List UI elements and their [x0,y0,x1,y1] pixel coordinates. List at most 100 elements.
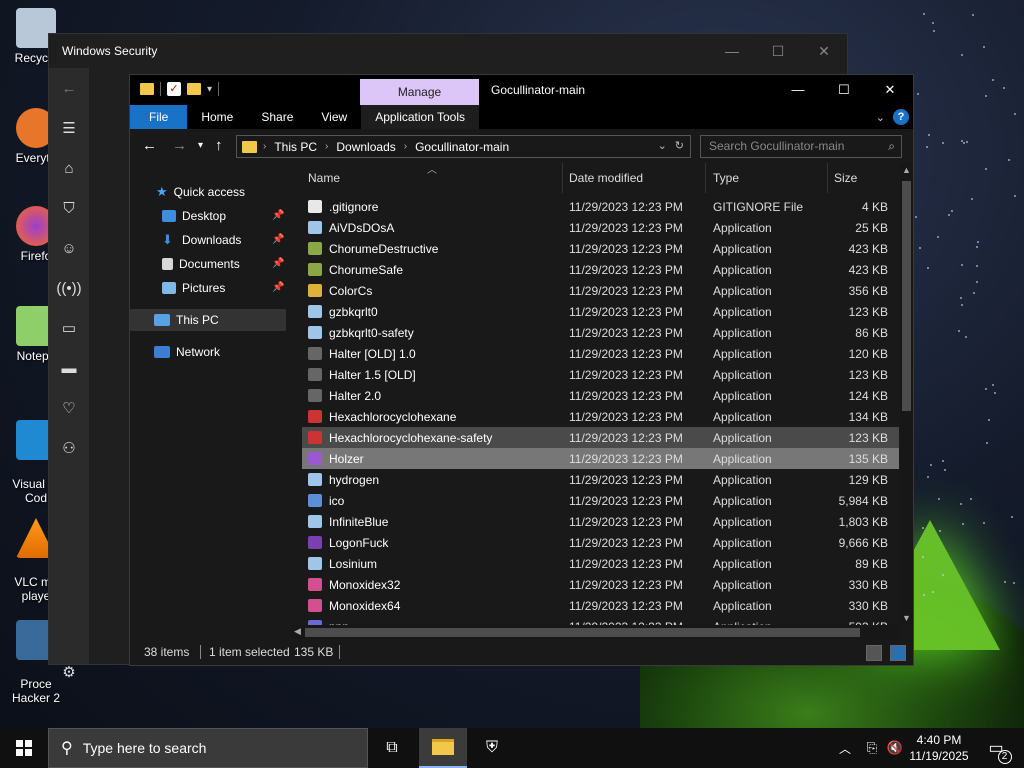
family-icon[interactable]: ⚇ [49,428,89,468]
file-row[interactable]: LogonFuck 11/29/2023 12:23 PM Application 9… [302,532,899,553]
chevron-right-icon[interactable]: › [261,141,268,152]
maximize-button[interactable]: ☐ [821,75,867,105]
file-row[interactable]: Losinium 11/29/2023 12:23 PM Application 89… [302,553,899,574]
app-browser-icon[interactable]: ▭ [49,308,89,348]
file-row[interactable]: Hexachlorocyclohexane-safety 11/29/2023 1… [302,427,899,448]
column-header-type[interactable]: Type [713,171,739,185]
tab-application-tools[interactable]: Application Tools [361,105,480,129]
chevron-right-icon[interactable]: › [323,141,330,152]
heart-icon[interactable]: ♡ [49,388,89,428]
scroll-down-arrow-icon[interactable]: ▼ [902,613,911,623]
forward-arrow-icon[interactable]: → [172,137,187,154]
show-hidden-icons-chevron-icon[interactable]: ︿ [830,728,860,768]
file-row[interactable]: Monoxidex32 11/29/2023 12:23 PM Applicatio… [302,574,899,595]
taskbar-search-input[interactable]: ⚲ Type here to search [48,728,368,768]
scroll-up-arrow-icon[interactable]: ▲ [902,165,911,175]
pin-icon[interactable]: 📌 [272,205,284,227]
person-icon[interactable]: ☺ [49,228,89,268]
address-dropdown-chevron-icon[interactable]: ⌄ [658,139,667,152]
nav-pictures[interactable]: Pictures 📌 [162,277,290,299]
file-row[interactable]: InfiniteBlue 11/29/2023 12:23 PM Applicati… [302,511,899,532]
recent-locations-chevron-icon[interactable]: ▾ [198,140,203,151]
file-row[interactable]: ico 11/29/2023 12:23 PM Application 5,984 K… [302,490,899,511]
tab-file[interactable]: File [130,105,188,129]
search-input[interactable]: Search Gocullinator-main ⌕ [700,135,902,158]
task-view-icon[interactable]: ⧉ [368,728,416,768]
home-icon[interactable]: ⌂ [49,148,89,188]
volume-muted-icon[interactable]: 🔇 [882,728,908,768]
close-button[interactable]: ✕ [867,75,913,105]
file-row[interactable]: hydrogen 11/29/2023 12:23 PM Application 12… [302,469,899,490]
wireless-icon[interactable]: ((•)) [49,268,89,308]
back-arrow-icon[interactable]: ← [142,137,157,154]
column-divider[interactable] [562,163,563,193]
manage-contextual-tab[interactable]: Manage [360,79,479,105]
scrollbar-thumb[interactable] [902,181,911,411]
breadcrumb-gocullinator-main[interactable]: Gocullinator-main [409,140,515,154]
nav-documents[interactable]: Documents 📌 [162,253,290,275]
customize-toolbar-chevron-icon[interactable]: ▾ [207,84,212,95]
large-icons-view-icon[interactable] [890,645,906,661]
column-divider[interactable] [705,163,706,193]
file-row[interactable]: Halter [OLD] 1.0 11/29/2023 12:23 PM Appli… [302,343,899,364]
pin-icon[interactable]: 📌 [272,253,284,275]
file-explorer-taskbar-icon[interactable] [419,728,467,768]
nav-downloads[interactable]: ⬇ Downloads 📌 [162,229,290,251]
system-clock[interactable]: 4:40 PM 11/19/2025 [906,732,972,764]
shield-icon[interactable]: ⛉ [49,188,89,228]
file-row[interactable]: ChorumeSafe 11/29/2023 12:23 PM Applicatio… [302,259,899,280]
file-row[interactable]: Monoxidex64 11/29/2023 12:23 PM Applicatio… [302,595,899,616]
minimize-button[interactable]: — [775,75,821,105]
expand-ribbon-chevron-icon[interactable]: ⌄ [876,111,885,124]
device-security-icon[interactable]: ▬ [49,348,89,388]
file-row[interactable]: ChorumeDestructive 11/29/2023 12:23 PM App… [302,238,899,259]
start-windows-icon[interactable] [0,728,48,768]
pin-icon[interactable]: 📌 [272,277,284,299]
windows-security-taskbar-icon[interactable]: ⛨ [468,728,516,768]
chevron-right-icon[interactable]: › [402,141,409,152]
properties-icon[interactable]: ✓ [167,82,181,96]
help-icon[interactable]: ? [893,109,909,125]
breadcrumb-this-pc[interactable]: This PC [268,140,323,154]
scroll-left-arrow-icon[interactable]: ◀ [294,626,301,637]
maximize-button[interactable]: ☐ [755,34,801,68]
scrollbar-thumb[interactable] [305,628,860,637]
file-row[interactable]: Hexachlorocyclohexane 11/29/2023 12:23 PM… [302,406,899,427]
nav-network[interactable]: Network [154,341,220,363]
settings-gear-icon[interactable]: ⚙ [49,652,89,692]
file-row[interactable]: Holzer 11/29/2023 12:23 PM Application 135 … [302,448,899,469]
windows-security-titlebar[interactable]: Windows Security — ☐ ✕ [49,34,847,68]
column-header-size[interactable]: Size [834,171,857,185]
file-row[interactable]: gzbkqrlt0 11/29/2023 12:23 PM Application 1… [302,301,899,322]
close-button[interactable]: ✕ [801,34,847,68]
file-row[interactable]: Halter 2.0 11/29/2023 12:23 PM Application… [302,385,899,406]
details-view-icon[interactable] [866,645,882,661]
file-row[interactable]: Halter 1.5 [OLD] 11/29/2023 12:23 PM Appli… [302,364,899,385]
hamburger-menu-icon[interactable]: ☰ [49,108,89,148]
column-header-name[interactable]: Name [308,171,340,185]
notification-center-icon[interactable]: ▭ 2 [976,728,1016,768]
pin-icon[interactable]: 📌 [272,229,284,251]
tab-view[interactable]: View [307,105,361,129]
nav-quick-access[interactable]: ★ Quick access [156,181,245,203]
horizontal-scrollbar[interactable]: ◀ [291,625,900,639]
address-bar[interactable]: › This PC › Downloads › Gocullinator-mai… [236,135,691,158]
column-header-date-modified[interactable]: Date modified [569,171,643,185]
file-row[interactable]: .gitignore 11/29/2023 12:23 PM GITIGNORE F… [302,196,899,217]
minimize-button[interactable]: — [709,34,755,68]
file-row[interactable]: ColorCs 11/29/2023 12:23 PM Application 356… [302,280,899,301]
column-divider[interactable] [827,163,828,193]
vertical-scrollbar[interactable]: ▲ ▼ [900,163,913,625]
nav-this-pc[interactable]: This PC [130,309,286,331]
new-folder-icon[interactable] [187,83,201,95]
up-arrow-icon[interactable]: ↑ [215,137,223,154]
tab-share[interactable]: Share [247,105,307,129]
breadcrumb-downloads[interactable]: Downloads [330,140,401,154]
tab-home[interactable]: Home [187,105,247,129]
refresh-icon[interactable]: ↻ [675,139,684,152]
explorer-titlebar[interactable]: ✓ ▾ Manage Gocullinator-main — ☐ ✕ [130,75,913,105]
nav-desktop[interactable]: Desktop 📌 [162,205,290,227]
back-arrow-icon[interactable]: ← [49,68,89,108]
file-row[interactable]: AiVDsDOsA 11/29/2023 12:23 PM Application 2… [302,217,899,238]
file-row[interactable]: gzbkqrlt0-safety 11/29/2023 12:23 PM Appli… [302,322,899,343]
